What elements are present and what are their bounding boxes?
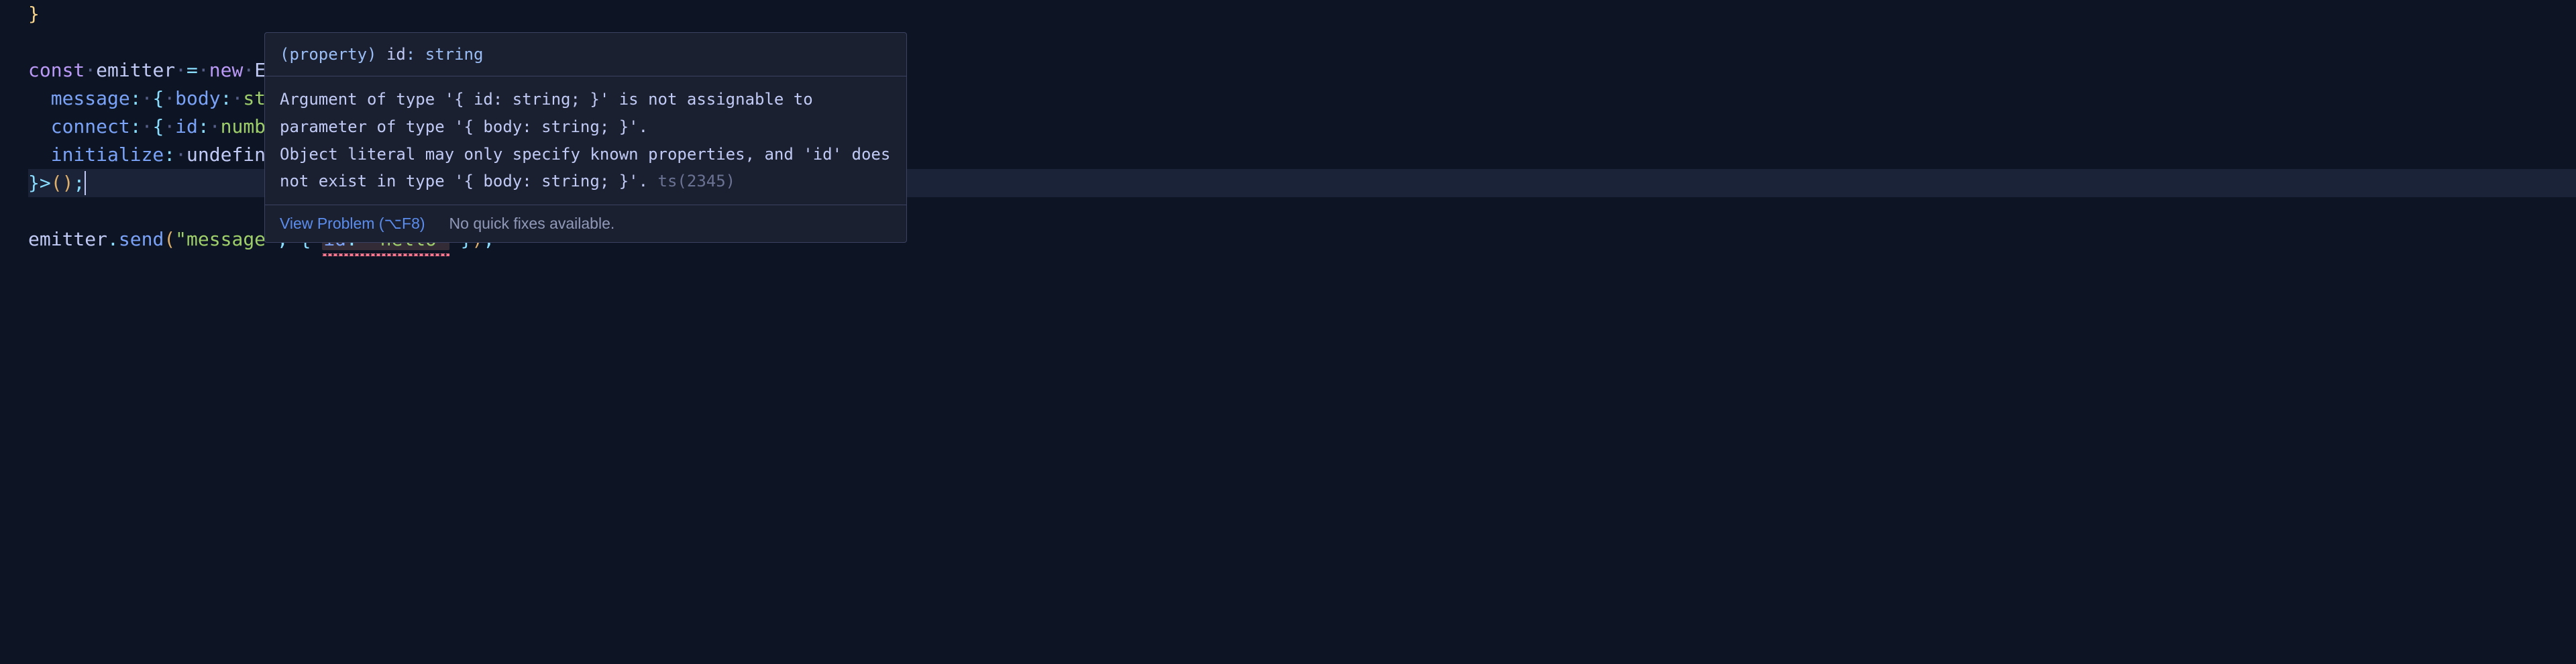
hover-tooltip: (property) id: string Argument of type '… [264, 32, 907, 243]
variable: emitter [28, 225, 107, 254]
code-line[interactable]: } [28, 0, 2576, 28]
method: send [119, 225, 164, 254]
string: "message" [175, 225, 277, 254]
code-text: }>(); [28, 169, 85, 197]
keyword-const: const [28, 56, 85, 85]
keyword-new: new [209, 56, 244, 85]
property-key: body [175, 85, 220, 113]
tooltip-signature: (property) id: string [280, 42, 892, 66]
property-key: message [51, 85, 130, 113]
ts-error-code: ts(2345) [658, 172, 736, 190]
operator-eq: = [186, 56, 198, 85]
colon: : [130, 85, 142, 113]
tooltip-error-message: Argument of type '{ id: string; }' is no… [280, 86, 892, 195]
text-cursor [85, 171, 86, 195]
property-key: connect [51, 113, 130, 141]
view-problem-link[interactable]: View Problem (⌥F8) [280, 212, 425, 235]
no-quick-fixes-label: No quick fixes available. [449, 212, 615, 235]
tooltip-actions: View Problem (⌥F8) No quick fixes availa… [265, 205, 906, 242]
property-key: initialize [51, 141, 164, 169]
tooltip-signature-section: (property) id: string [265, 33, 906, 76]
brace: } [28, 0, 40, 28]
tooltip-error-section: Argument of type '{ id: string; }' is no… [265, 76, 906, 205]
variable: emitter [96, 56, 175, 85]
property-key: id [175, 113, 198, 141]
